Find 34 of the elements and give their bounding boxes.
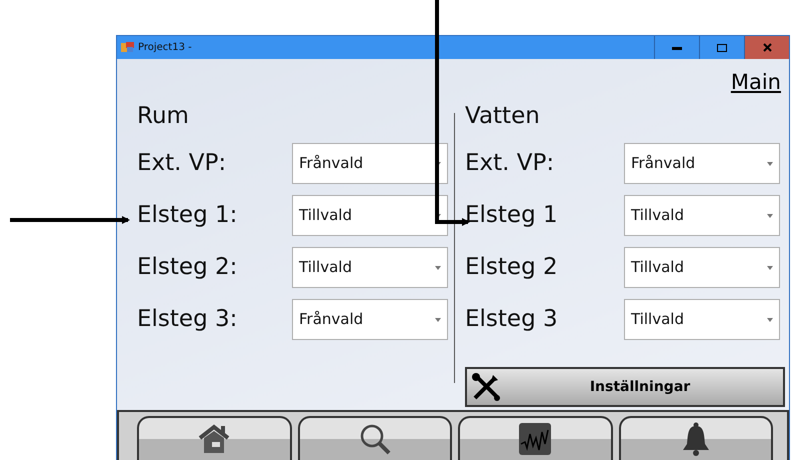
bell-icon bbox=[680, 422, 711, 456]
field-label: Elsteg 2 bbox=[465, 253, 559, 282]
main-link[interactable]: Main bbox=[730, 67, 781, 98]
minimize-icon bbox=[672, 46, 682, 50]
field-label: Elsteg 3 bbox=[465, 305, 559, 334]
close-button[interactable] bbox=[744, 36, 789, 59]
field-label: Ext. VP: bbox=[465, 149, 556, 178]
app-icon bbox=[121, 42, 134, 53]
home-button[interactable] bbox=[137, 416, 292, 460]
tools-icon bbox=[471, 372, 501, 402]
section-heading: Rum bbox=[137, 102, 190, 130]
dropdown[interactable]: Frånvald bbox=[292, 143, 448, 184]
dropdown[interactable]: Tillvald bbox=[624, 247, 780, 288]
section-heading: Vatten bbox=[465, 102, 541, 130]
field-label: Elsteg 3: bbox=[137, 305, 238, 334]
dropdown[interactable]: Frånvald bbox=[292, 299, 448, 340]
close-icon bbox=[762, 43, 772, 52]
search-button[interactable] bbox=[298, 416, 452, 460]
dropdown[interactable]: Tillvald bbox=[624, 299, 780, 340]
field-label: Elsteg 2: bbox=[137, 253, 238, 282]
field-label: Elsteg 1 bbox=[465, 201, 559, 230]
bell-button[interactable] bbox=[618, 416, 773, 460]
window-title: Project13 - bbox=[138, 41, 192, 55]
dropdown[interactable]: Tillvald bbox=[292, 247, 448, 288]
dropdown[interactable]: Tillvald bbox=[292, 195, 448, 236]
chart-button[interactable] bbox=[458, 416, 612, 460]
settings-button[interactable]: Inställningar bbox=[465, 367, 785, 407]
home-icon bbox=[198, 424, 230, 454]
waveform-icon bbox=[518, 422, 552, 456]
field-label: Ext. VP: bbox=[137, 149, 228, 178]
maximize-icon bbox=[717, 44, 727, 52]
dropdown[interactable]: Tillvald bbox=[624, 195, 780, 236]
dropdown[interactable]: Frånvald bbox=[624, 143, 780, 184]
field-label: Elsteg 1: bbox=[137, 201, 238, 230]
